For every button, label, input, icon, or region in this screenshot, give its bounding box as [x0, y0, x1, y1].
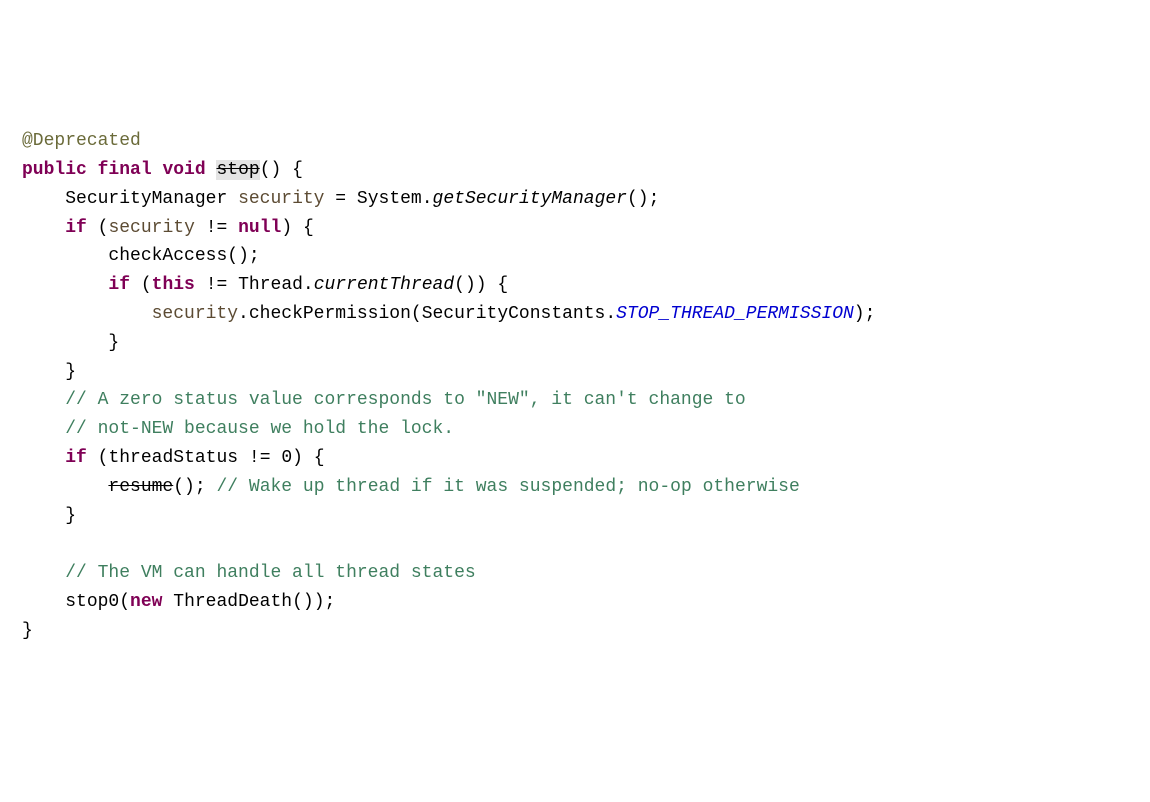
semicolon: ;: [649, 189, 660, 209]
paren-close: ): [303, 592, 314, 612]
annotation-deprecated: @Deprecated: [22, 131, 141, 151]
keyword-public: public: [22, 160, 87, 180]
code-line: @Deprecated: [22, 127, 1128, 156]
brace-close: }: [108, 333, 119, 353]
comment: // A zero status value corresponds to "N…: [65, 390, 746, 410]
var-security: security: [152, 304, 238, 324]
paren-close: ): [271, 160, 282, 180]
paren-open: (: [627, 189, 638, 209]
brace-open: {: [497, 275, 508, 295]
code-line: [22, 530, 1128, 559]
class-threaddeath: ThreadDeath: [173, 592, 292, 612]
paren-open: (: [411, 304, 422, 324]
paren-open: (: [98, 448, 109, 468]
class-securityconstants: SecurityConstants: [422, 304, 606, 324]
paren-open: (: [119, 592, 130, 612]
brace-open: {: [314, 448, 325, 468]
keyword-if: if: [65, 448, 87, 468]
paren-close: ): [476, 275, 487, 295]
semicolon: ;: [325, 592, 336, 612]
comment: // not-NEW because we hold the lock.: [65, 419, 454, 439]
keyword-this: this: [152, 275, 195, 295]
code-line: if (threadStatus != 0) {: [22, 444, 1128, 473]
semicolon: ;: [865, 304, 876, 324]
keyword-if: if: [65, 218, 87, 238]
call-getsecuritymanager: getSecurityManager: [433, 189, 627, 209]
code-line: security.checkPermission(SecurityConstan…: [22, 300, 1128, 329]
code-line: if (security != null) {: [22, 214, 1128, 243]
code-line: // A zero status value corresponds to "N…: [22, 386, 1128, 415]
brace-close: }: [65, 506, 76, 526]
code-line: resume(); // Wake up thread if it was su…: [22, 473, 1128, 502]
op-assign: =: [335, 189, 346, 209]
dot: .: [238, 304, 249, 324]
keyword-final: final: [98, 160, 152, 180]
code-line: }: [22, 502, 1128, 531]
method-name-highlight: stop: [216, 160, 259, 180]
call-currentthread: currentThread: [314, 275, 454, 295]
paren-close: ): [854, 304, 865, 324]
call-checkpermission: checkPermission: [249, 304, 411, 324]
keyword-if: if: [108, 275, 130, 295]
number-zero: 0: [281, 448, 292, 468]
code-line: // The VM can handle all thread states: [22, 559, 1128, 588]
paren-close: ): [184, 477, 195, 497]
brace-close: }: [65, 362, 76, 382]
code-line: }: [22, 329, 1128, 358]
type-securitymanager: SecurityManager: [65, 189, 227, 209]
keyword-new: new: [130, 592, 162, 612]
code-line: }: [22, 358, 1128, 387]
op-ne: !=: [206, 275, 228, 295]
call-checkaccess: checkAccess: [108, 246, 227, 266]
brace-open: {: [303, 218, 314, 238]
paren-open: (: [141, 275, 152, 295]
dot: .: [422, 189, 433, 209]
keyword-null: null: [238, 218, 281, 238]
brace-close: }: [22, 621, 33, 641]
code-line: checkAccess();: [22, 242, 1128, 271]
method-name: stop: [216, 160, 259, 180]
code-line: stop0(new ThreadDeath());: [22, 588, 1128, 617]
paren-close: ): [281, 218, 292, 238]
dot: .: [605, 304, 616, 324]
paren-close: ): [292, 448, 303, 468]
call-stop0: stop0: [65, 592, 119, 612]
code-block: @Deprecatedpublic final void stop() { Se…: [22, 127, 1128, 645]
paren-open: (: [173, 477, 184, 497]
var-security: security: [238, 189, 324, 209]
code-line: public final void stop() {: [22, 156, 1128, 185]
call-resume: resume: [108, 477, 173, 497]
code-line: // not-NEW because we hold the lock.: [22, 415, 1128, 444]
class-thread: Thread: [238, 275, 303, 295]
semicolon: ;: [249, 246, 260, 266]
paren-open: (: [292, 592, 303, 612]
comment: // The VM can handle all thread states: [65, 563, 475, 583]
code-line: SecurityManager security = System.getSec…: [22, 185, 1128, 214]
code-line: }: [22, 617, 1128, 646]
paren-close: ): [314, 592, 325, 612]
paren-open: (: [260, 160, 271, 180]
code-line: if (this != Thread.currentThread()) {: [22, 271, 1128, 300]
op-ne: !=: [249, 448, 271, 468]
brace-open: {: [292, 160, 303, 180]
paren-open: (: [98, 218, 109, 238]
comment: // Wake up thread if it was suspended; n…: [216, 477, 799, 497]
dot: .: [303, 275, 314, 295]
paren-close: ): [465, 275, 476, 295]
paren-open: (: [454, 275, 465, 295]
paren-open: (: [227, 246, 238, 266]
const-stop-thread-permission: STOP_THREAD_PERMISSION: [616, 304, 854, 324]
paren-close: ): [638, 189, 649, 209]
class-system: System: [357, 189, 422, 209]
var-security: security: [108, 218, 194, 238]
semicolon: ;: [195, 477, 206, 497]
keyword-void: void: [162, 160, 205, 180]
op-ne: !=: [206, 218, 228, 238]
var-threadstatus: threadStatus: [108, 448, 238, 468]
paren-close: ): [238, 246, 249, 266]
